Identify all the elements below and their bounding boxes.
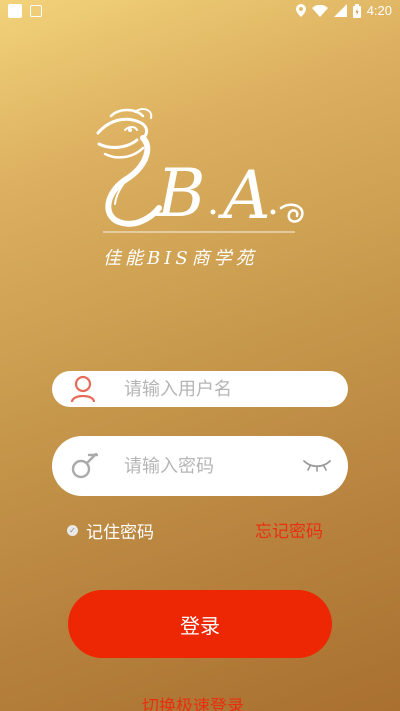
wifi-icon [311, 4, 328, 17]
remember-checkbox-icon[interactable]: ✓ [67, 525, 78, 536]
key-icon [71, 452, 99, 479]
username-field[interactable] [52, 371, 348, 407]
location-icon [295, 4, 306, 17]
svg-text:A: A [217, 157, 271, 234]
svg-text:B: B [156, 155, 206, 232]
remember-password[interactable]: ✓ 记住密码 [67, 518, 154, 543]
status-time: 4:20 [366, 3, 392, 18]
brand-tagline: 佳能BIS商学苑 [103, 248, 258, 269]
status-bar: 4:20 [0, 0, 400, 22]
switch-quick-login-link[interactable]: 切换极速登录 [142, 692, 244, 711]
username-input[interactable] [124, 375, 324, 403]
app-notification-icon [30, 5, 42, 17]
login-button[interactable]: 登录 [68, 590, 332, 658]
eye-closed-icon[interactable] [302, 458, 332, 472]
password-input[interactable] [124, 452, 324, 480]
user-icon [70, 375, 96, 403]
password-field[interactable] [52, 436, 348, 496]
battery-icon [352, 3, 361, 18]
forgot-password-link[interactable]: 忘记密码 [255, 517, 323, 542]
signal-icon [333, 4, 347, 17]
notification-icon [8, 4, 22, 18]
remember-label: 记住密码 [86, 523, 154, 543]
